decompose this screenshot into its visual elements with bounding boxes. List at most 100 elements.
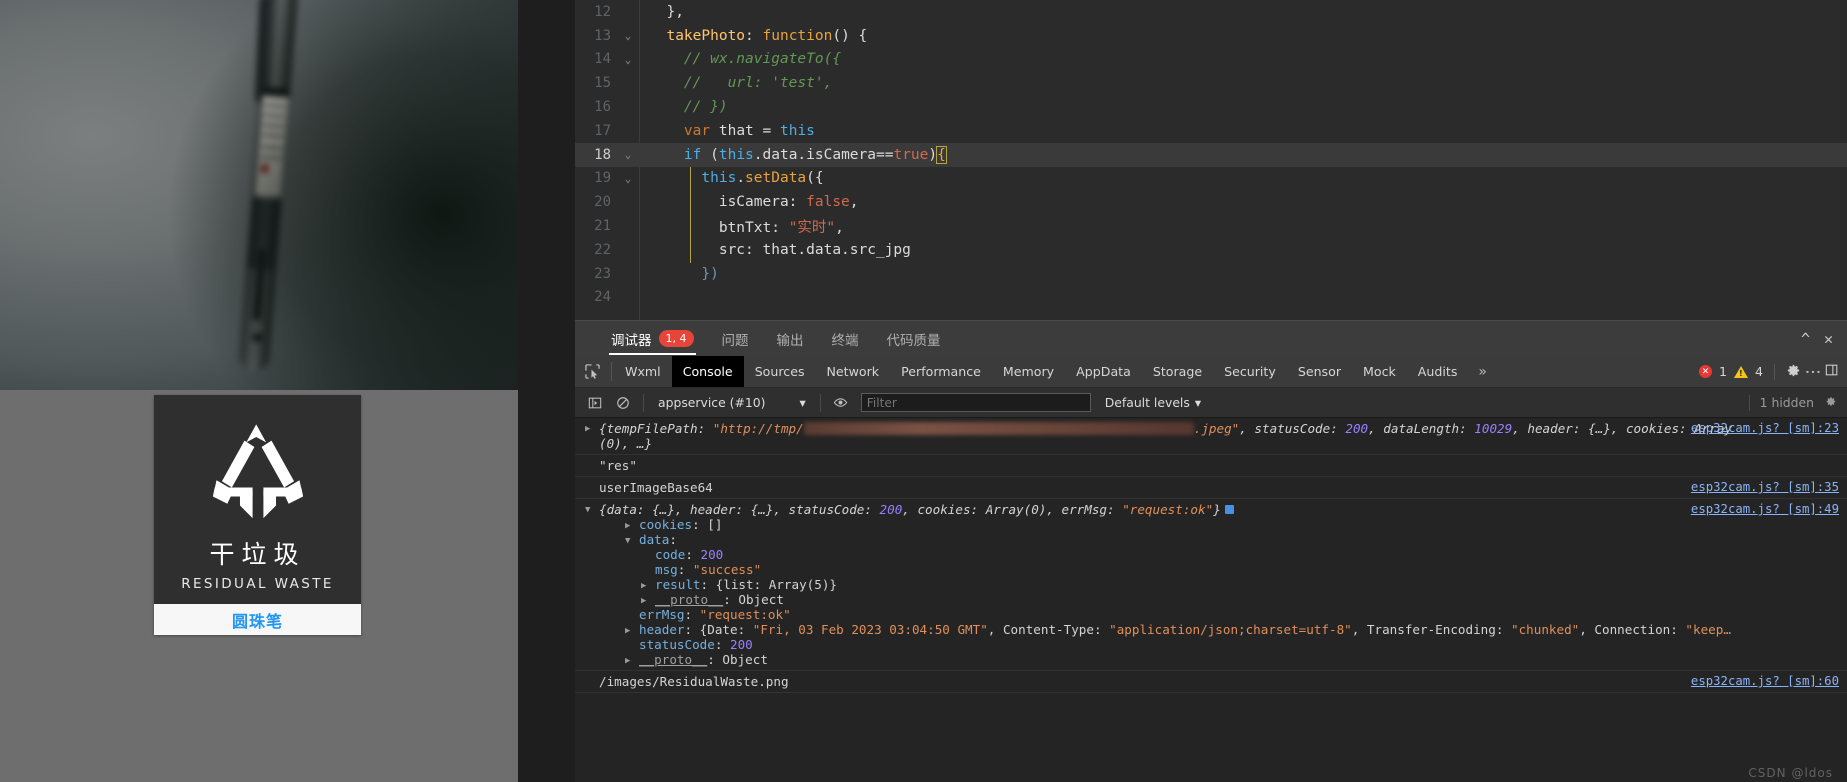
line-number: 17 [594, 122, 611, 139]
console-log-row[interactable]: "res" [575, 455, 1847, 477]
fold-chevron-icon[interactable]: ⌄ [617, 53, 639, 66]
code-line[interactable]: 24 [575, 286, 1847, 310]
debugger-tab-label: 调试器 [611, 332, 652, 349]
devtools-tab-network[interactable]: Network [816, 356, 891, 387]
code-line[interactable]: 20 isCamera: false, [575, 190, 1847, 214]
source-link[interactable]: esp32cam.js? [sm]:23 [1691, 421, 1839, 435]
waste-title-en: RESIDUAL WASTE [181, 576, 334, 593]
devtools-tab-mock[interactable]: Mock [1352, 356, 1407, 387]
object-property-row[interactable]: msg: "success" [599, 562, 1847, 577]
code-text: }, [666, 3, 684, 20]
code-line[interactable]: 21 btnTxt: "实时", [575, 214, 1847, 238]
debugger-tab-代码质量[interactable]: 代码质量 [873, 321, 955, 357]
object-property-row[interactable]: ▶ __proto__: Object [599, 652, 1847, 667]
devtools-tab-wxml[interactable]: Wxml [614, 356, 672, 387]
hidden-messages-label[interactable]: 1 hidden [1760, 395, 1814, 410]
source-link[interactable]: esp32cam.js? [sm]:60 [1691, 674, 1839, 688]
code-line[interactable]: 13 ⌄ takePhoto: function() { [575, 24, 1847, 48]
close-icon[interactable]: ✕ [1824, 330, 1833, 348]
object-property-row[interactable]: ▶ __proto__: Object [599, 592, 1847, 607]
more-tabs-icon[interactable]: » [1468, 356, 1497, 387]
property-colon: : [684, 607, 700, 622]
log-token: "keep… [1685, 622, 1731, 637]
console-log-row[interactable]: /images/ResidualWaste.png esp32cam.js? [s… [575, 671, 1847, 693]
triangle-right-icon[interactable]: ▶ [625, 626, 630, 636]
devtools-tab-memory[interactable]: Memory [992, 356, 1065, 387]
property-colon: : [700, 577, 716, 592]
triangle-right-icon[interactable]: ▶ [585, 424, 590, 434]
code-line[interactable]: 15 // url: 'test', [575, 71, 1847, 95]
object-property-row[interactable]: statusCode: 200 [599, 637, 1847, 652]
object-property-row[interactable]: ▶ cookies: [] [599, 517, 1847, 532]
code-editor[interactable]: 12 }, 13 ⌄ takePhoto: function() {14 ⌄ // w… [575, 0, 1847, 320]
triangle-down-icon[interactable]: ▼ [585, 505, 590, 515]
kebab-menu-icon[interactable]: ⋮ [1804, 364, 1823, 380]
devtools-status-area: ✕ 1 4 ⋮ [1698, 356, 1847, 387]
warning-count[interactable]: 4 [1755, 364, 1763, 379]
object-property-row[interactable]: ▼ data: [599, 532, 1847, 547]
triangle-down-icon[interactable]: ▼ [625, 536, 630, 546]
console-settings-gear-icon[interactable] [1824, 395, 1837, 411]
ide-window: 干垃圾 RESIDUAL WASTE 圆珠笔 12 }, 13 ⌄ takePhot… [0, 0, 1847, 782]
debugger-tab-问题[interactable]: 问题 [708, 321, 763, 357]
property-value: 200 [700, 547, 724, 562]
console-sidebar-icon[interactable] [581, 396, 609, 410]
object-property-row[interactable]: errMsg: "request:ok" [599, 607, 1847, 622]
devtools-tab-appdata[interactable]: AppData [1065, 356, 1142, 387]
inspect-element-icon[interactable] [575, 356, 609, 387]
fold-chevron-icon[interactable]: ⌄ [617, 29, 639, 42]
object-property-row[interactable]: code: 200 [599, 547, 1847, 562]
source-link[interactable]: esp32cam.js? [sm]:49 [1691, 502, 1839, 516]
simulator-panel: 干垃圾 RESIDUAL WASTE 圆珠笔 [0, 0, 518, 782]
gear-icon[interactable] [1786, 363, 1801, 381]
triangle-right-icon[interactable]: ▶ [641, 581, 646, 591]
devtools-tab-console[interactable]: Console [671, 356, 744, 387]
triangle-right-icon[interactable]: ▶ [625, 656, 630, 666]
code-line[interactable]: 17 var that = this [575, 119, 1847, 143]
debugger-tab-终端[interactable]: 终端 [818, 321, 873, 357]
code-line[interactable]: 14 ⌄ // wx.navigateTo({ [575, 48, 1847, 72]
property-value: [] [707, 517, 723, 532]
log-levels-dropdown[interactable]: Default levels ▾ [1105, 395, 1201, 410]
devtools-tab-storage[interactable]: Storage [1142, 356, 1213, 387]
debugger-tab-调试器[interactable]: 调试器 1, 4 [597, 321, 708, 357]
console-log-row[interactable]: ▼ {data: {…}, header: {…}, statusCode: 20… [575, 499, 1847, 671]
filter-input[interactable] [860, 393, 1091, 412]
console-context-dropdown[interactable]: appservice (#10) ▾ [650, 395, 814, 410]
live-expression-eye-icon[interactable] [827, 395, 855, 410]
triangle-right-icon[interactable]: ▶ [641, 596, 646, 606]
waste-category-card[interactable]: 干垃圾 RESIDUAL WASTE 圆珠笔 [154, 395, 361, 635]
log-token: , Content-Type: [987, 622, 1110, 637]
code-line[interactable]: 19 ⌄ this.setData({ [575, 167, 1847, 191]
console-toolbar[interactable]: appservice (#10) ▾ Default levels ▾ [575, 388, 1847, 418]
source-link[interactable]: esp32cam.js? [sm]:35 [1691, 480, 1839, 494]
code-line[interactable]: 12 }, [575, 0, 1847, 24]
error-count[interactable]: 1 [1719, 364, 1727, 379]
fold-chevron-icon[interactable]: ⌄ [617, 172, 639, 185]
console-log-area[interactable]: ▶ {tempFilePath: "http://tmp/ .jpeg", stat… [575, 418, 1847, 782]
dock-panel-icon[interactable] [1825, 363, 1839, 380]
code-line[interactable]: 18 ⌄ if (this.data.isCamera==true){ [575, 142, 1847, 167]
fold-chevron-icon[interactable]: ⌄ [617, 148, 639, 161]
clear-console-icon[interactable] [609, 396, 637, 410]
object-property-row[interactable]: ▶ result: {list: Array(5)} [599, 577, 1847, 592]
devtools-tab-audits[interactable]: Audits [1407, 356, 1469, 387]
console-log-row[interactable]: ▶ {tempFilePath: "http://tmp/ .jpeg", stat… [575, 418, 1847, 455]
devtools-tab-sensor[interactable]: Sensor [1287, 356, 1352, 387]
console-context-value: appservice (#10) [658, 395, 766, 410]
devtools-tab-performance[interactable]: Performance [890, 356, 992, 387]
devtools-tab-security[interactable]: Security [1213, 356, 1287, 387]
object-property-row[interactable]: ▶ header: {Date: "Fri, 03 Feb 2023 03:04:… [599, 622, 1847, 637]
debugger-tab-输出[interactable]: 输出 [763, 321, 818, 357]
log-levels-label: Default levels [1104, 395, 1190, 410]
chevron-up-icon[interactable]: ^ [1801, 330, 1810, 348]
triangle-right-icon[interactable]: ▶ [625, 521, 630, 531]
devtools-tab-sources[interactable]: Sources [744, 356, 816, 387]
code-line[interactable]: 22 src: that.data.src_jpg [575, 238, 1847, 262]
code-line[interactable]: 23 }) [575, 262, 1847, 286]
console-log-row[interactable]: userImageBase64 esp32cam.js? [sm]:35 [575, 477, 1847, 499]
debugger-tab-bar[interactable]: 调试器 1, 4 问题 输出 终端 代码质量 ^ ✕ [575, 320, 1847, 356]
code-line[interactable]: 16 // }) [575, 95, 1847, 119]
log-token: 10029 [1474, 421, 1513, 436]
devtools-tab-bar[interactable]: Wxml Console Sources Network Performance Memo… [575, 356, 1847, 388]
